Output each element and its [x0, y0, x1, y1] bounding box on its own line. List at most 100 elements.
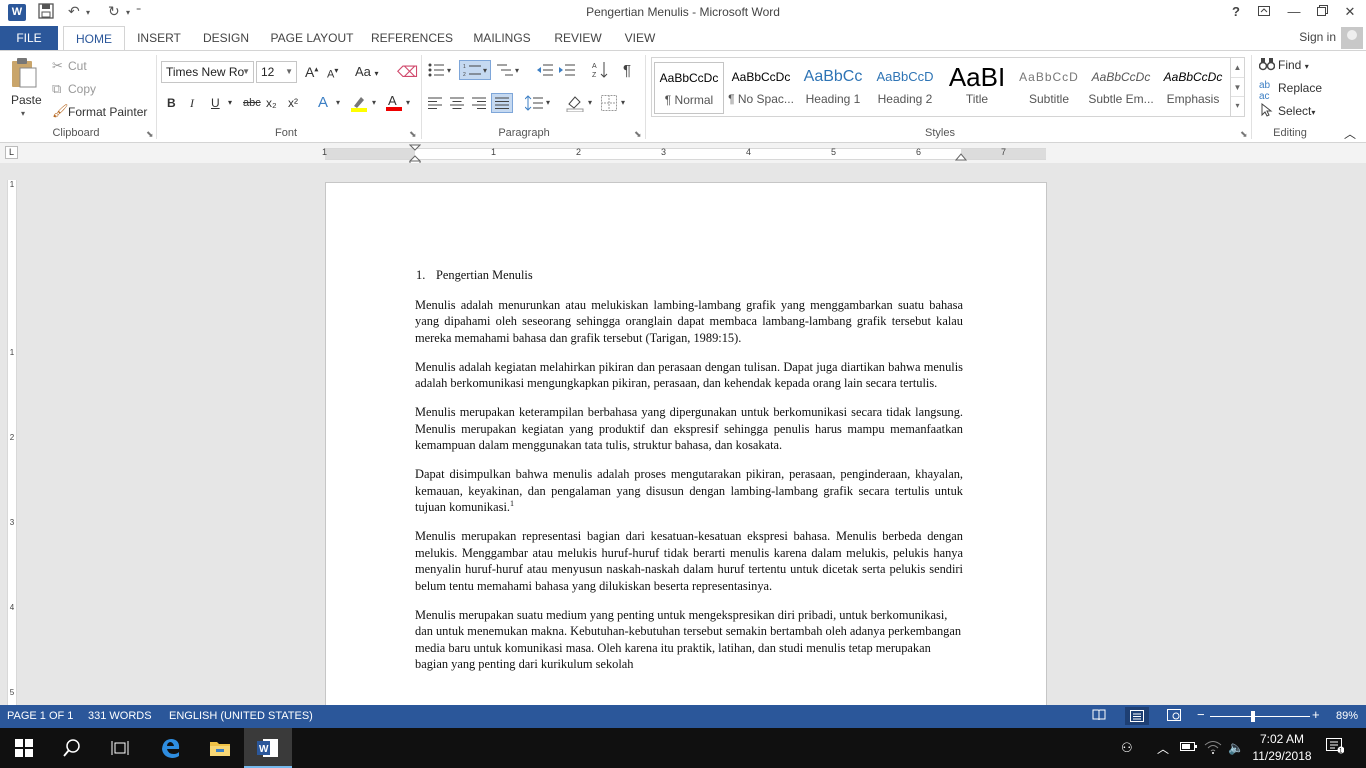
page-count[interactable]: PAGE 1 OF 1: [7, 710, 73, 722]
subscript-button[interactable]: x₂: [266, 96, 277, 110]
ribbon-display-options-button[interactable]: [1250, 2, 1278, 22]
right-indent-marker-icon[interactable]: [955, 150, 967, 162]
tab-design[interactable]: DESIGN: [198, 26, 254, 50]
paste-dropdown-icon[interactable]: ▾: [21, 109, 25, 118]
bold-button[interactable]: B: [167, 96, 176, 110]
minimize-button[interactable]: —: [1280, 2, 1308, 22]
footnote-reference[interactable]: 1: [510, 499, 514, 508]
style-normal[interactable]: AaBbCcDc ¶ Normal: [654, 62, 724, 114]
tab-selector[interactable]: L: [5, 146, 18, 159]
style-no-spacing[interactable]: AaBbCcDc ¶ No Spac...: [726, 62, 796, 114]
notifications-icon[interactable]: 1: [1326, 738, 1345, 757]
chevron-down-icon[interactable]: ▾: [483, 66, 487, 75]
chevron-down-icon[interactable]: ▾: [372, 98, 376, 107]
justify-icon[interactable]: [491, 93, 513, 113]
replace-button[interactable]: Replace: [1278, 81, 1322, 95]
zoom-in-button[interactable]: +: [1312, 707, 1320, 722]
battery-icon[interactable]: [1180, 740, 1198, 755]
underline-dropdown-icon[interactable]: ▾: [228, 98, 232, 107]
style-subtitle[interactable]: AaBbCcD Subtitle: [1014, 62, 1084, 114]
line-spacing-icon[interactable]: [524, 95, 543, 114]
copy-button[interactable]: Copy: [68, 82, 96, 96]
tab-mailings[interactable]: MAILINGS: [466, 26, 538, 50]
edge-browser-icon[interactable]: [146, 728, 194, 768]
wifi-icon[interactable]: [1204, 740, 1222, 757]
language-indicator[interactable]: ENGLISH (UNITED STATES): [169, 710, 313, 722]
styles-scrollbar[interactable]: ▲ ▼ ▾: [1230, 58, 1244, 116]
tab-home[interactable]: HOME: [63, 26, 125, 51]
find-button[interactable]: Find ▾: [1278, 58, 1309, 72]
strikethrough-button[interactable]: abc: [243, 97, 261, 109]
collapse-ribbon-icon[interactable]: ︿: [1344, 125, 1356, 142]
style-subtle-emphasis[interactable]: AaBbCcDc Subtle Em...: [1086, 62, 1156, 114]
superscript-button[interactable]: x²: [288, 96, 298, 110]
tab-file[interactable]: FILE: [0, 26, 58, 50]
close-button[interactable]: ✕: [1336, 2, 1364, 22]
tab-insert[interactable]: INSERT: [132, 26, 186, 50]
horizontal-ruler[interactable]: 1 1 2 3 4 5 6 7: [322, 147, 1046, 160]
web-layout-icon[interactable]: [1167, 709, 1181, 724]
styles-launcher-icon[interactable]: ⬊: [1240, 129, 1248, 140]
document-content[interactable]: 1. Pengertian Menulis Menulis adalah menu…: [415, 267, 963, 685]
chevron-down-icon[interactable]: ▼: [1231, 77, 1244, 96]
grow-font-button[interactable]: A▴: [305, 64, 318, 80]
more-styles-icon[interactable]: ▾: [1231, 96, 1244, 114]
chevron-down-icon[interactable]: ▾: [546, 98, 550, 107]
borders-icon[interactable]: [601, 95, 617, 114]
vertical-ruler[interactable]: 1 1 2 3 4 5: [7, 180, 17, 705]
task-view-icon[interactable]: [96, 728, 144, 768]
show-hidden-icons-icon[interactable]: ︿: [1157, 740, 1169, 757]
zoom-level[interactable]: 89%: [1336, 710, 1358, 722]
bullets-icon[interactable]: [428, 63, 444, 80]
shrink-font-button[interactable]: A▾: [327, 66, 338, 81]
style-title[interactable]: AaBI Title: [942, 62, 1012, 114]
search-icon[interactable]: [48, 728, 96, 768]
paste-button[interactable]: Paste: [11, 93, 42, 107]
zoom-slider[interactable]: [1210, 716, 1310, 717]
tab-review[interactable]: REVIEW: [550, 26, 606, 50]
sort-icon[interactable]: AZ: [592, 61, 608, 82]
increase-indent-icon[interactable]: [559, 63, 575, 80]
format-painter-button[interactable]: Format Painter: [68, 105, 147, 119]
paragraph-launcher-icon[interactable]: ⬊: [634, 129, 642, 140]
style-emphasis[interactable]: AaBbCcDc Emphasis: [1158, 62, 1228, 114]
windows-start-icon[interactable]: [0, 728, 48, 768]
select-button[interactable]: Select▾: [1278, 104, 1315, 118]
font-color-icon[interactable]: A: [385, 93, 403, 114]
clear-formatting-icon[interactable]: ⌫: [397, 63, 418, 81]
underline-button[interactable]: U: [211, 96, 220, 110]
word-count[interactable]: 331 WORDS: [88, 710, 152, 722]
people-icon[interactable]: ⚇: [1121, 740, 1133, 756]
shading-icon[interactable]: [566, 94, 584, 115]
document-page[interactable]: 1. Pengertian Menulis Menulis adalah menu…: [325, 182, 1047, 705]
chevron-down-icon[interactable]: ▾: [588, 98, 592, 107]
chevron-down-icon[interactable]: ▾: [447, 66, 451, 75]
style-heading-1[interactable]: AaBbCc Heading 1: [798, 62, 868, 114]
font-name-box[interactable]: Times New Ro ▼: [161, 61, 254, 83]
read-mode-icon[interactable]: [1092, 709, 1106, 724]
file-explorer-icon[interactable]: [196, 728, 244, 768]
system-clock[interactable]: 7:02 AM 11/29/2018: [1250, 731, 1314, 765]
avatar[interactable]: [1341, 27, 1363, 49]
tab-view[interactable]: VIEW: [618, 26, 662, 50]
chevron-up-icon[interactable]: ▲: [1231, 58, 1244, 77]
align-left-icon[interactable]: [428, 97, 442, 112]
change-case-button[interactable]: Aa ▾: [355, 64, 379, 79]
decrease-indent-icon[interactable]: [537, 63, 553, 80]
chevron-down-icon[interactable]: ▾: [515, 66, 519, 75]
sign-in-link[interactable]: Sign in: [1299, 30, 1336, 44]
style-heading-2[interactable]: AaBbCcD Heading 2: [870, 62, 940, 114]
restore-button[interactable]: [1308, 2, 1336, 22]
zoom-out-button[interactable]: −: [1197, 707, 1205, 722]
font-size-box[interactable]: 12 ▼: [256, 61, 297, 83]
word-taskbar-icon[interactable]: W: [244, 728, 292, 768]
tab-page-layout[interactable]: PAGE LAYOUT: [266, 26, 358, 50]
document-area[interactable]: 1. Pengertian Menulis Menulis adalah menu…: [0, 163, 1366, 705]
cut-button[interactable]: Cut: [68, 59, 87, 73]
chevron-down-icon[interactable]: ▾: [336, 98, 340, 107]
chevron-down-icon[interactable]: ▾: [406, 98, 410, 107]
clipboard-launcher-icon[interactable]: ⬊: [146, 129, 154, 140]
chevron-down-icon[interactable]: ▾: [621, 98, 625, 107]
font-launcher-icon[interactable]: ⬊: [409, 129, 417, 140]
show-formatting-marks-icon[interactable]: ¶: [623, 62, 631, 79]
